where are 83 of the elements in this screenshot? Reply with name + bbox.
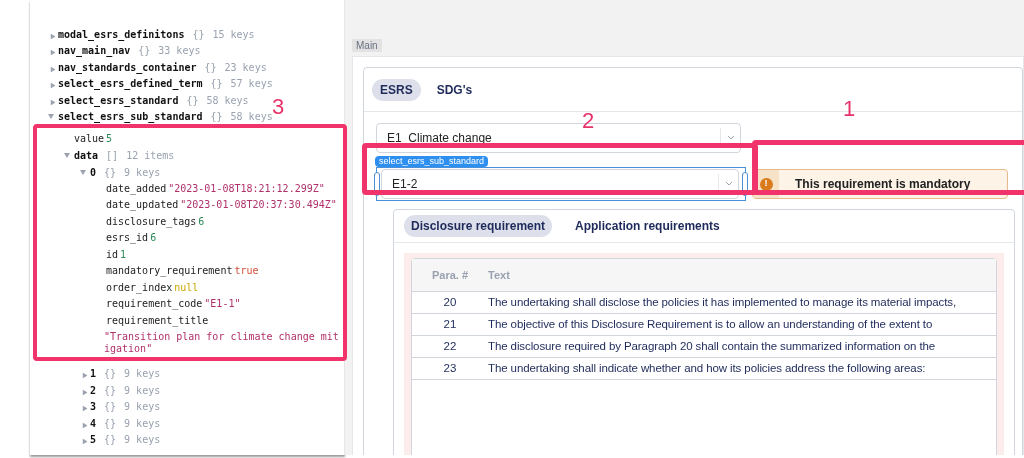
item-count: 58 keys (206, 93, 249, 108)
chevron-down-icon (725, 135, 736, 141)
tree-key: disclosure_tags (106, 213, 197, 230)
annotation-number: 1 (843, 95, 856, 123)
item-count: 9 keys (124, 433, 161, 448)
tree-key[interactable]: 0 (90, 164, 97, 180)
type-brackets: {} (104, 367, 117, 382)
item-count: 33 keys (158, 44, 201, 59)
type-brackets: {} (204, 60, 217, 75)
table-cell-text: 20 (442, 294, 458, 310)
tree-key[interactable]: 4 (90, 415, 97, 431)
item-count: 15 keys (212, 27, 255, 42)
warning-icon: ! (759, 177, 773, 191)
type-brackets: {} (192, 27, 205, 42)
table-cell-text: The undertaking shall disclose the policies it has implemented to manage its material impacts, (488, 294, 957, 310)
tab[interactable]: ESRS (372, 78, 421, 101)
type-brackets: {} (104, 165, 117, 180)
type-brackets: {} (138, 44, 151, 59)
type-brackets: {} (104, 383, 117, 398)
tree-key[interactable]: select_esrs_standard (58, 92, 179, 108)
item-count: 57 keys (230, 77, 273, 92)
tree-value: "2023-01-08T18:21:12.299Z" (168, 181, 325, 196)
item-count: 9 keys (124, 367, 161, 382)
alert-text: This requirement is mandatory (795, 176, 971, 193)
tree-value: "2023-01-08T20:37:30.494Z" (180, 198, 337, 213)
type-brackets: {} (104, 416, 117, 431)
type-brackets: {} (210, 110, 223, 125)
tab[interactable]: Application requirements (568, 215, 727, 237)
type-brackets: [] (106, 149, 119, 164)
tree-key[interactable]: nav_standards_container (58, 59, 197, 75)
table-cell-text: The undertaking shall indicate whether and how its policies address the following areas: (488, 360, 926, 376)
item-count: 23 keys (224, 60, 267, 75)
tree-value: 5 (106, 132, 113, 147)
type-brackets: {} (104, 400, 117, 415)
type-brackets: {} (104, 433, 117, 448)
column-header: Para. # (430, 267, 470, 283)
tree-key: value (74, 131, 105, 148)
tree-key[interactable]: nav_main_nav (58, 43, 131, 59)
tree-key[interactable]: 5 (90, 432, 97, 448)
annotation-number: 3 (272, 93, 285, 121)
container-label: Main (352, 39, 382, 52)
item-count: 58 keys (230, 110, 273, 125)
tree-value: 1 (120, 247, 127, 262)
chevron-down-icon (723, 181, 734, 187)
tree-key: date_updated (106, 197, 179, 214)
tree-key: esrs_id (106, 230, 149, 247)
tree-key[interactable]: 3 (90, 399, 97, 415)
table-cell-text: 21 (442, 316, 458, 332)
tree-value: "E1-1" (204, 297, 241, 312)
tree-value: 6 (198, 214, 205, 229)
table-cell-text: 22 (442, 338, 458, 354)
tree-key: id (106, 246, 119, 263)
component-tag: select_esrs_sub_standard (375, 156, 489, 167)
tree-value: null (174, 280, 199, 295)
table-cell-text: The disclosure required by Paragraph 20 shall contain the summarized information on the (488, 338, 936, 354)
tree-key[interactable]: select_esrs_sub_standard (58, 109, 203, 125)
tree-key: date_added (106, 180, 167, 197)
tree-key[interactable]: 1 (90, 366, 97, 382)
column-header: Text (488, 267, 510, 283)
tree-value: 6 (150, 231, 157, 246)
select-value: E1-2 (391, 176, 419, 193)
tab[interactable]: SDG's (428, 78, 481, 101)
table-cell-text: The objective of this Disclosure Requirement is to allow an understanding of the extent to (488, 316, 933, 332)
item-count: 9 keys (124, 165, 161, 180)
tab[interactable]: Disclosure requirement (404, 215, 553, 237)
tree-key: requirement_code (106, 296, 203, 313)
select-value: E1 Climate change (386, 130, 493, 147)
table-cell-text: 23 (442, 360, 458, 376)
tree-key[interactable]: 2 (90, 382, 97, 398)
tree-value: "Transition plan for climate change mitigation" (104, 330, 340, 357)
item-count: 9 keys (124, 416, 161, 431)
type-brackets: {} (210, 77, 223, 92)
tree-key[interactable]: modal_esrs_definitons (58, 26, 185, 42)
tree-key: order_index (106, 279, 173, 296)
item-count: 9 keys (124, 383, 161, 398)
item-count: 9 keys (124, 400, 161, 415)
tree-value: true (234, 264, 259, 279)
tree-key[interactable]: data (74, 148, 99, 164)
tree-key: requirement_title (106, 312, 209, 329)
type-brackets: {} (186, 93, 199, 108)
tree-key: mandatory_requirement (106, 263, 233, 280)
tree-key[interactable]: select_esrs_defined_term (58, 76, 203, 92)
item-count: 12 items (126, 149, 175, 164)
